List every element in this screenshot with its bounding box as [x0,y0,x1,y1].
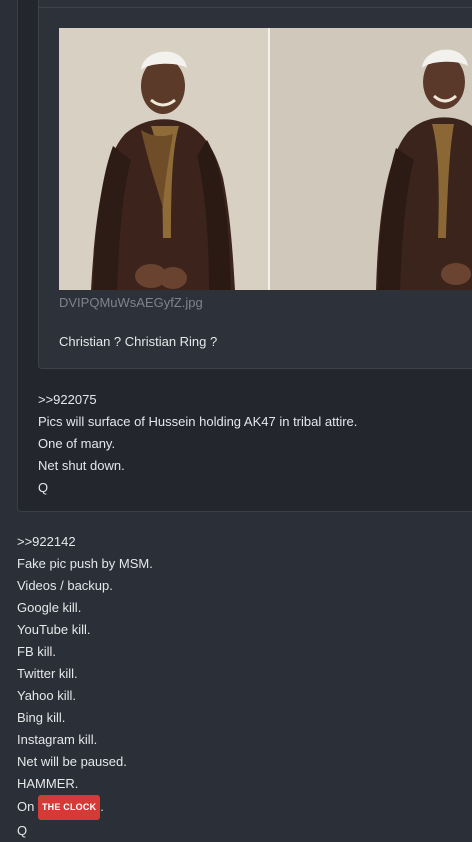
post-reference-link[interactable]: >>922142 [17,531,153,553]
post-line: Bing kill. [17,710,66,725]
post-line-clock: On THE CLOCK. [17,795,153,820]
post-line: Net shut down. [38,458,125,473]
post-line: Yahoo kill. [17,688,77,703]
quoted-post-text: Christian ? Christian Ring ? [59,334,218,349]
post-reference-link[interactable]: >>922075 [38,389,357,411]
post-signature: Q [38,480,49,495]
on-suffix: . [100,799,104,814]
post-line: Fake pic push by MSM. [17,556,153,571]
image-panel-left [59,28,269,290]
post-line: Instagram kill. [17,732,98,747]
main-post-body: >>922142 Fake pic push by MSM. Videos / … [17,531,153,842]
post-line: Google kill. [17,600,82,615]
quoted-post-divider [38,7,472,8]
post-line: Pics will surface of Hussein holding AK4… [38,414,358,429]
photo-icon [270,28,472,290]
post-line: FB kill. [17,644,56,659]
on-prefix: On [17,799,35,814]
image-panel-right [270,28,472,290]
outer-post-body: >>922075 Pics will surface of Hussein ho… [38,389,357,499]
post-line: One of many. [38,436,116,451]
post-image[interactable] [59,28,472,290]
post-line: HAMMER. [17,776,79,791]
post-line: Twitter kill. [17,666,78,681]
post-line: Net will be paused. [17,754,127,769]
post-line: YouTube kill. [17,622,91,637]
the-clock-badge[interactable]: THE CLOCK [37,795,101,820]
post-line: Videos / backup. [17,578,113,593]
photo-icon [59,28,269,290]
image-filename-link[interactable]: DVIPQMuWsAEGyfZ.jpg [59,295,203,310]
